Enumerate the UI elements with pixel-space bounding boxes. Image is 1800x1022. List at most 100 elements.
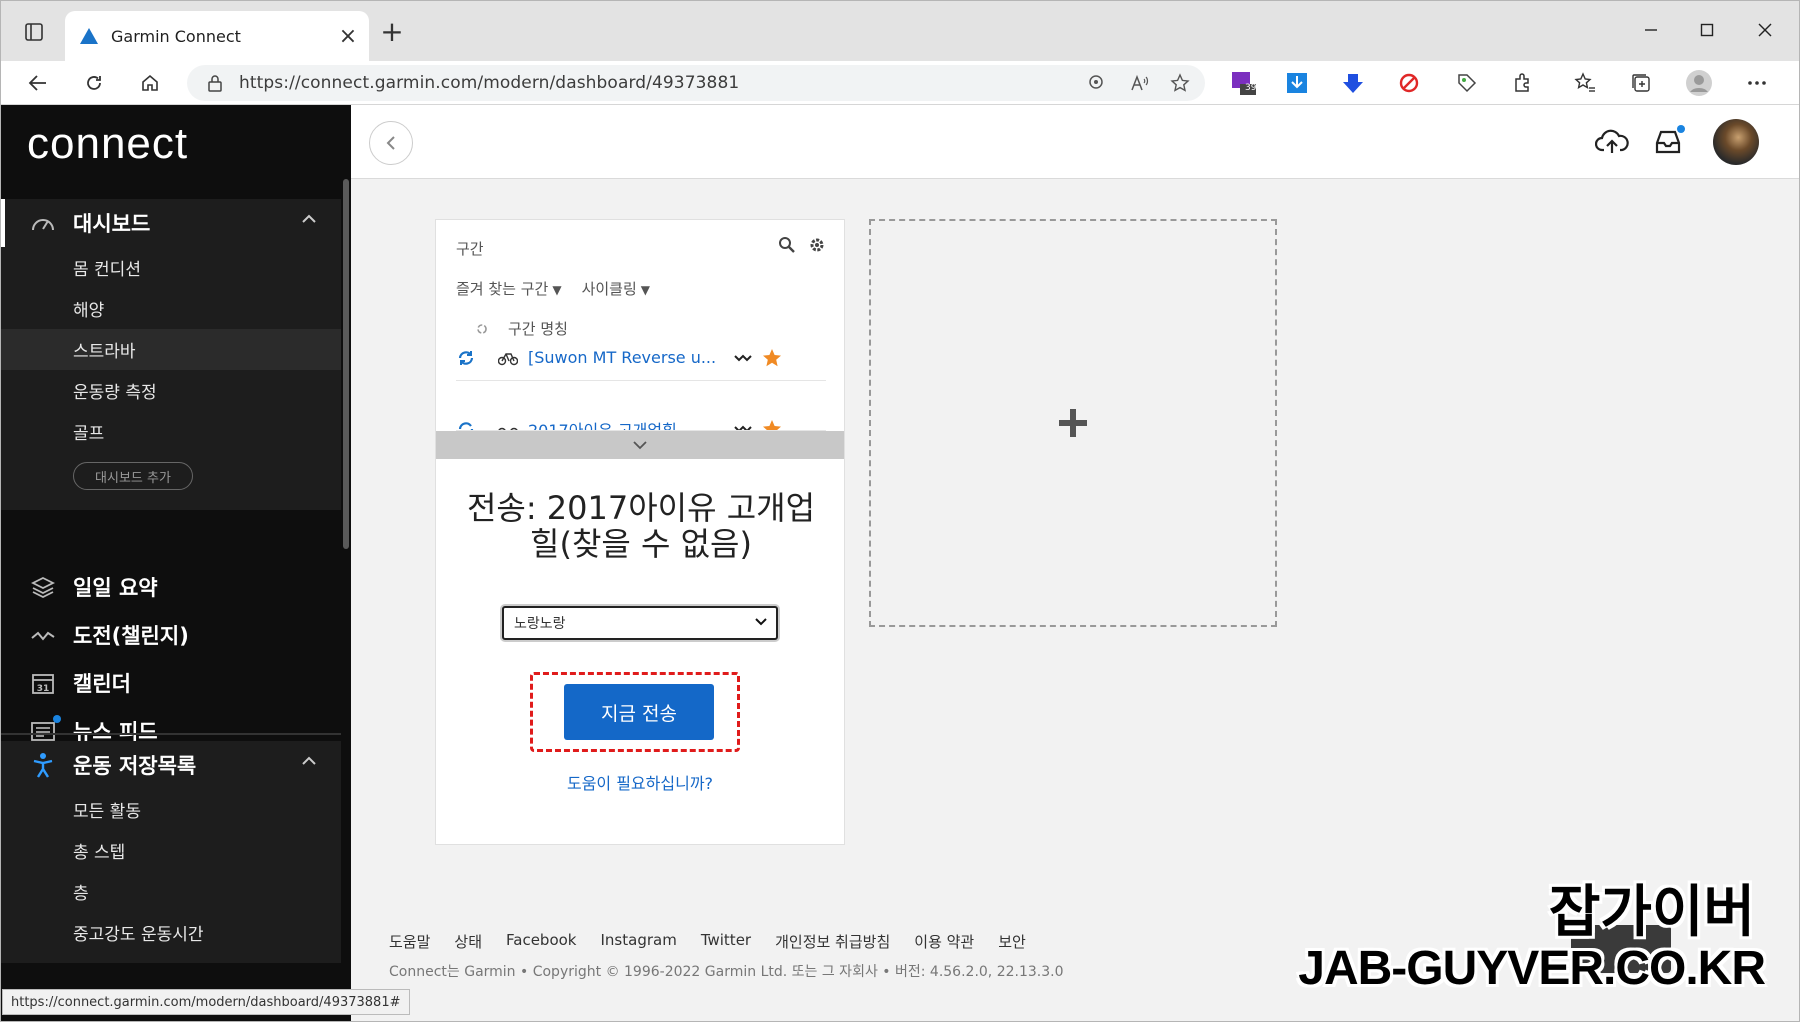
filter-favorites-dropdown[interactable]: 즐겨 찾는 구간 ▼	[456, 278, 562, 299]
maximize-button[interactable]	[1679, 13, 1735, 47]
address-toolbar: https://connect.garmin.com/modern/dashbo…	[1, 61, 1799, 105]
help-link[interactable]: 도움이 필요하십니까?	[436, 770, 844, 794]
location-icon[interactable]	[1081, 69, 1111, 97]
sidebar-item-dashboard[interactable]: 대시보드	[1, 199, 341, 247]
chevron-up-icon[interactable]	[301, 755, 317, 767]
favorite-add-icon[interactable]	[1165, 69, 1195, 97]
sidebar-section-main: 일일 요약 도전(챌린지) 31 캘린더 뉴스 피드	[1, 563, 341, 755]
widget-filters: 즐겨 찾는 구간 ▼ 사이클링 ▼	[456, 278, 650, 299]
tab-garmin-connect[interactable]: Garmin Connect ×	[65, 11, 369, 61]
elevation-icon	[734, 354, 752, 361]
favorites-icon[interactable]	[1569, 69, 1601, 97]
sidebar: connect 대시보드 몸 컨디션 해양 스트라바 운동량 측정 골프 대시보…	[1, 105, 351, 1021]
star-icon[interactable]	[762, 419, 782, 431]
sidebar-subitem-golf[interactable]: 골프	[1, 411, 341, 452]
filter-type-dropdown[interactable]: 사이클링 ▼	[582, 278, 650, 299]
collapse-nav-button[interactable]	[369, 121, 413, 165]
widget-tools	[778, 236, 826, 254]
sidebar-subitem-intensity-minutes[interactable]: 중고강도 운동시간	[1, 912, 341, 953]
upload-cloud-button[interactable]	[1593, 123, 1631, 161]
footer-link-facebook[interactable]: Facebook	[506, 931, 576, 952]
watermark-url: JAB-GUYVER.CO.KR	[1298, 942, 1766, 995]
device-select[interactable]: 노랑노랑	[502, 606, 778, 640]
segment-name-link[interactable]: 2017아이유 고개업힐	[528, 417, 718, 430]
close-window-button[interactable]	[1737, 13, 1793, 47]
arrow-down-extension-icon[interactable]	[1337, 69, 1369, 97]
sidebar-item-label: 도전(챌린지)	[73, 624, 189, 648]
tag-extension-icon[interactable]	[1451, 69, 1483, 97]
list-item[interactable]: 2017아이유 고개업힐	[456, 381, 826, 431]
bicycle-icon	[498, 427, 518, 430]
segments-widget: 구간 즐겨 찾는 구간 ▼ 사이클링 ▼ 구간 명칭 [Suwon MT Rever…	[435, 219, 845, 845]
close-icon	[1758, 23, 1772, 37]
sidebar-item-activities[interactable]: 운동 저장목록	[1, 741, 341, 789]
list-item[interactable]: [Suwon MT Reverse u...	[456, 335, 826, 381]
sidebar-item-label: 대시보드	[73, 212, 151, 236]
elevation-icon	[734, 425, 752, 430]
footer-links: 도움말 상태 Facebook Instagram Twitter 개인정보 취…	[389, 931, 1026, 952]
chevron-up-icon[interactable]	[301, 213, 317, 225]
expand-list-bar[interactable]	[436, 431, 844, 459]
block-extension-icon[interactable]	[1393, 69, 1425, 97]
footer-link-privacy[interactable]: 개인정보 취급방침	[775, 931, 890, 952]
sidebar-item-daily-summary[interactable]: 일일 요약	[1, 563, 341, 611]
extensions-puzzle-icon[interactable]	[1507, 69, 1539, 97]
refresh-button[interactable]	[77, 67, 111, 99]
layers-icon	[29, 573, 57, 601]
top-bar	[351, 105, 1799, 179]
add-widget-placeholder[interactable]	[869, 219, 1277, 627]
footer-link-instagram[interactable]: Instagram	[601, 931, 677, 952]
search-icon[interactable]	[778, 236, 796, 254]
sidebar-subitem-marine[interactable]: 해양	[1, 288, 341, 329]
new-tab-button[interactable]: +	[377, 17, 407, 47]
back-button[interactable]	[21, 67, 55, 99]
send-now-button[interactable]: 지금 전송	[564, 684, 714, 740]
sidebar-section-activities: 운동 저장목록 모든 활동 총 스텝 층 중고강도 운동시간	[1, 741, 341, 963]
sidebar-subitem-activity-tracking[interactable]: 운동량 측정	[1, 370, 341, 411]
download-extension-icon[interactable]	[1281, 69, 1313, 97]
sidebar-scrollbar[interactable]	[343, 179, 349, 549]
footer-link-twitter[interactable]: Twitter	[701, 931, 751, 952]
tab-title: Garmin Connect	[111, 26, 241, 46]
tab-actions-icon	[25, 23, 43, 41]
extension-badge: 39	[1245, 83, 1257, 93]
sync-icon[interactable]	[456, 419, 476, 431]
sidebar-subitem-all-activities[interactable]: 모든 활동	[1, 789, 341, 830]
notification-dot	[53, 715, 61, 723]
sync-icon[interactable]	[456, 348, 476, 368]
sidebar-subitem-body-condition[interactable]: 몸 컨디션	[1, 247, 341, 288]
home-button[interactable]	[133, 67, 167, 99]
gear-icon[interactable]	[808, 236, 826, 254]
star-icon[interactable]	[762, 348, 782, 368]
sidebar-subitem-strava[interactable]: 스트라바	[1, 329, 341, 370]
address-bar[interactable]: https://connect.garmin.com/modern/dashbo…	[187, 65, 1205, 101]
avatar[interactable]	[1713, 119, 1759, 165]
more-menu-icon[interactable]	[1741, 69, 1773, 97]
read-aloud-icon[interactable]	[1125, 69, 1155, 97]
sidebar-subitem-total-steps[interactable]: 총 스텝	[1, 830, 341, 871]
connect-logo[interactable]: connect	[27, 119, 188, 169]
tab-close-icon[interactable]: ×	[333, 21, 363, 51]
profile-icon[interactable]	[1683, 69, 1715, 97]
sidebar-item-calendar[interactable]: 31 캘린더	[1, 659, 341, 707]
footer-link-status[interactable]: 상태	[454, 931, 482, 952]
footer-link-help[interactable]: 도움말	[389, 931, 430, 952]
footer-link-security[interactable]: 보안	[998, 931, 1026, 952]
add-dashboard-button[interactable]: 대시보드 추가	[73, 462, 193, 490]
sidebar-item-label: 캘린더	[73, 672, 131, 696]
collections-icon[interactable]	[1625, 69, 1657, 97]
segment-name-link[interactable]: [Suwon MT Reverse u...	[528, 348, 718, 367]
sidebar-subitem-floors[interactable]: 층	[1, 871, 341, 912]
inbox-button[interactable]	[1649, 123, 1687, 161]
footer-link-terms[interactable]: 이용 약관	[914, 931, 974, 952]
main-content: 구간 즐겨 찾는 구간 ▼ 사이클링 ▼ 구간 명칭 [Suwon MT Rever…	[351, 105, 1799, 1021]
status-url-tooltip: https://connect.garmin.com/modern/dashbo…	[2, 989, 410, 1015]
running-person-icon	[29, 751, 57, 779]
tab-actions-button[interactable]	[19, 17, 49, 47]
minimize-button[interactable]	[1623, 13, 1679, 47]
extension-purple-icon[interactable]: 39	[1227, 69, 1259, 97]
sidebar-item-label: 운동 저장목록	[73, 754, 197, 778]
device-select-value: 노랑노랑	[514, 616, 566, 632]
garmin-favicon-icon	[80, 28, 98, 44]
sidebar-item-challenges[interactable]: 도전(챌린지)	[1, 611, 341, 659]
